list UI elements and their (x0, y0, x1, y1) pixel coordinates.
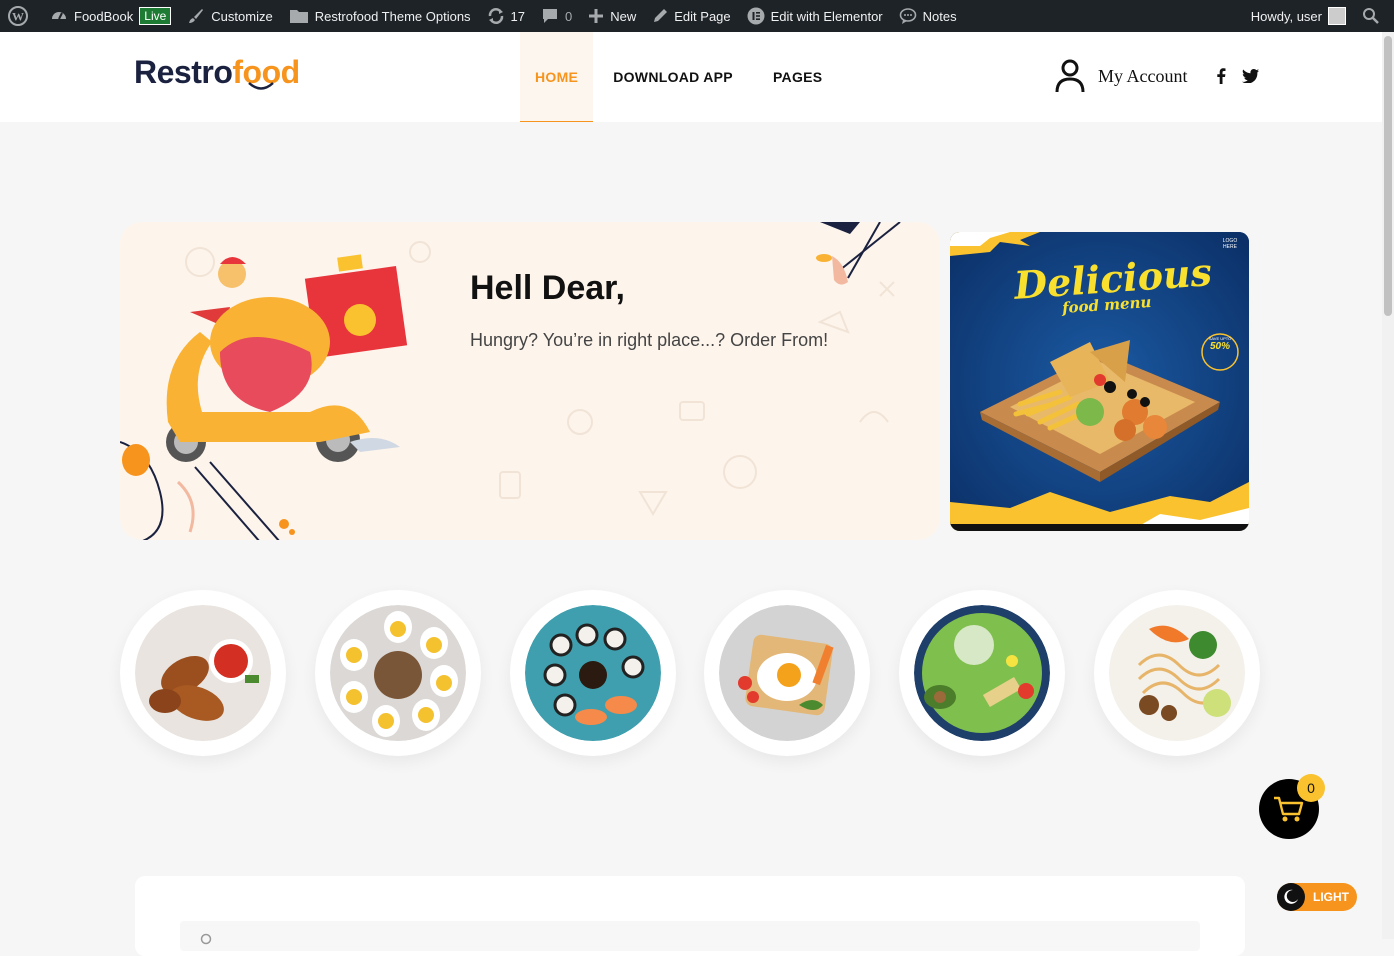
category-item[interactable] (899, 590, 1066, 756)
fried-egg-toast-image (719, 605, 856, 741)
customize-item[interactable]: Customize (179, 0, 280, 32)
nav-download-app[interactable]: DOWNLOAD APP (593, 32, 753, 122)
logo-text-dark: Restro (134, 54, 233, 90)
hero-card: Hell Dear, Hungry? You’re in right place… (120, 222, 940, 540)
delivery-scooter-illustration (120, 254, 408, 540)
hero-title: Hell Dear, (470, 269, 625, 307)
banner-logo-placeholder: LOGO HERE (1222, 238, 1238, 250)
customize-label: Customize (211, 8, 273, 24)
plus-icon (589, 9, 604, 23)
nav-pages[interactable]: PAGES (753, 32, 842, 122)
comments-item[interactable]: 0 (533, 0, 580, 32)
guacamole-platter-image (914, 605, 1051, 741)
site-header: Restrofood HOME DOWNLOAD APP PAGES My Ac… (0, 32, 1382, 122)
svg-text:W: W (12, 10, 24, 24)
promo-banner[interactable]: Delicious food menu LOGO HERE SAVE UPTO … (950, 232, 1249, 531)
search-icon (200, 933, 212, 945)
hero-subtitle: Hungry? You’re in right place...? Order … (470, 330, 829, 350)
edit-page-item[interactable]: Edit Page (644, 0, 738, 32)
theme-options-item[interactable]: Restrofood Theme Options (281, 0, 479, 32)
site-name: FoodBook (74, 8, 134, 24)
my-account-item[interactable]: Howdy, user (1243, 0, 1354, 32)
facebook-icon[interactable] (1216, 68, 1226, 84)
shopping-cart-icon (1274, 796, 1304, 822)
category-item[interactable] (314, 590, 481, 756)
comment-icon (543, 9, 558, 23)
notes-item[interactable]: Notes (891, 0, 965, 32)
noodle-bowl-image (1108, 605, 1245, 741)
admin-search-item[interactable] (1354, 0, 1394, 32)
elementor-icon (747, 7, 765, 25)
elementor-label: Edit with Elementor (770, 8, 883, 24)
search-bar[interactable] (180, 921, 1200, 951)
user-icon[interactable] (1054, 59, 1086, 93)
eggs-salad-image (329, 605, 466, 741)
theme-toggle[interactable]: LIGHT (1277, 883, 1357, 911)
updates-item[interactable]: 17 (479, 0, 533, 32)
social-links (1200, 68, 1259, 84)
pencil-icon (654, 9, 668, 22)
comments-count: 0 (565, 8, 573, 24)
chicken-wings-image (135, 605, 271, 741)
howdy-label: Howdy, user (1250, 8, 1322, 24)
category-item[interactable] (1093, 590, 1260, 756)
search-icon (1363, 8, 1379, 24)
elementor-item[interactable]: Edit with Elementor (739, 0, 891, 32)
wordpress-logo-item[interactable]: W (0, 0, 42, 32)
sushi-image (524, 605, 661, 741)
bottom-left-decoration (279, 519, 295, 535)
new-label: New (610, 8, 637, 24)
category-carousel (120, 590, 1260, 756)
theme-toggle-label: LIGHT (1313, 890, 1349, 904)
folder-icon (289, 10, 308, 23)
scrollbar-thumb[interactable] (1384, 36, 1392, 316)
wp-admin-bar: W FoodBook Live Customize Restrofood The… (0, 0, 1394, 32)
category-item[interactable] (704, 590, 871, 756)
cart-count-badge: 0 (1297, 774, 1325, 802)
chopsticks-decoration (816, 222, 901, 285)
live-badge: Live (139, 7, 172, 25)
new-item[interactable]: New (580, 0, 644, 32)
my-account-link[interactable]: My Account (1098, 66, 1188, 87)
dashboard-icon (52, 12, 66, 20)
logo-smile-icon (248, 82, 274, 90)
banner-discount-badge: SAVE UPTO 50% (1206, 336, 1234, 352)
moon-icon (1277, 883, 1305, 911)
category-item[interactable] (120, 590, 286, 756)
nav-home[interactable]: HOME (520, 32, 594, 122)
brush-icon (189, 9, 204, 23)
notes-icon (899, 8, 916, 24)
account-area: My Account (1054, 59, 1259, 93)
category-item[interactable] (509, 590, 676, 756)
main-nav: HOME DOWNLOAD APP PAGES (520, 32, 842, 122)
site-name-item[interactable]: FoodBook Live (42, 0, 179, 32)
notes-label: Notes (922, 8, 957, 24)
edit-page-label: Edit Page (674, 8, 731, 24)
wordpress-icon: W (8, 6, 28, 26)
theme-options-label: Restrofood Theme Options (314, 8, 471, 24)
banner-badge-value: 50% (1209, 341, 1230, 352)
updates-icon (488, 8, 503, 24)
updates-count: 17 (510, 8, 526, 24)
avatar (1328, 7, 1346, 25)
twitter-icon[interactable] (1241, 69, 1259, 83)
